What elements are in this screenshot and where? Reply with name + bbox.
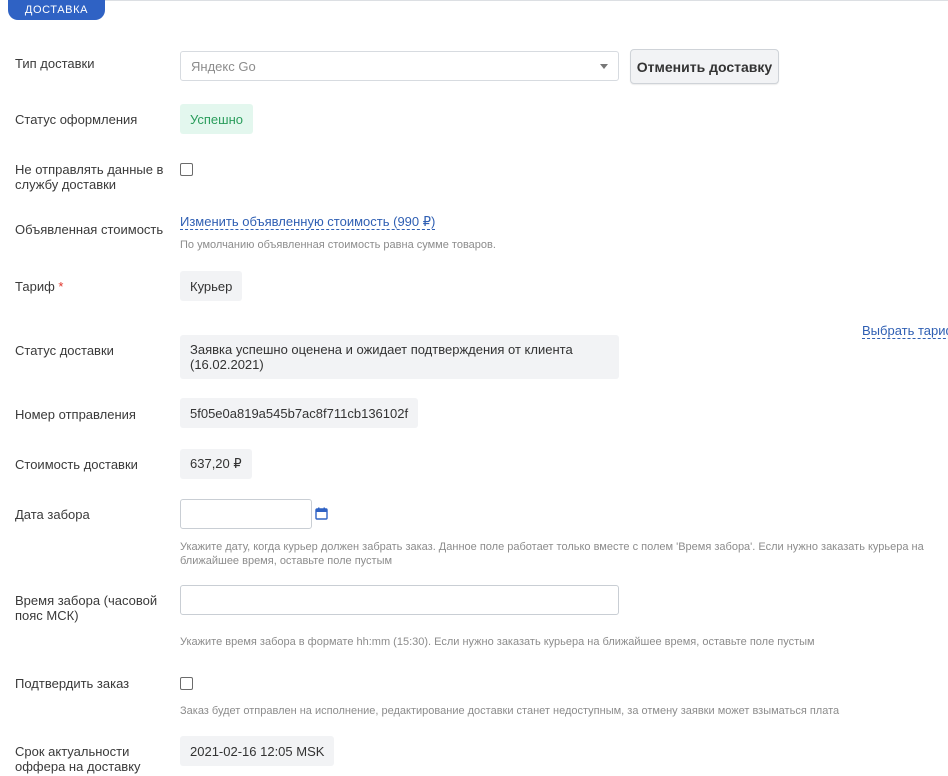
- delivery-type-select[interactable]: Яндекс Go: [180, 51, 619, 81]
- dont-send-label-line2: службу доставки: [15, 177, 117, 192]
- tariff-label-text: Тариф: [15, 279, 55, 294]
- offer-validity-value: 2021-02-16 12:05 MSK: [180, 736, 335, 766]
- pickup-date-hint-line2: ближайшее время, оставьте поле пустым: [180, 555, 393, 567]
- required-mark: *: [58, 279, 64, 294]
- offer-validity-label-line1: Срок актуальности: [15, 744, 130, 759]
- registration-status-badge: Успешно: [180, 104, 253, 134]
- pickup-time-label-line2: пояс МСК): [15, 608, 79, 623]
- section-divider: [8, 0, 948, 1]
- delivery-status-value: Заявка успешно оценена и ожидает подтвер…: [180, 335, 619, 379]
- pickup-date-label: Дата забора: [15, 507, 90, 522]
- delivery-cost-value: 637,20 ₽: [180, 449, 252, 479]
- delivery-type-label: Тип доставки: [15, 56, 95, 71]
- offer-validity-label: Срок актуальности оффера на доставку: [15, 744, 141, 774]
- delivery-status-line1: Заявка успешно оценена и ожидает подтвер…: [190, 342, 573, 357]
- pickup-date-hint: Укажите дату, когда курьер должен забрат…: [180, 540, 924, 568]
- confirm-order-label: Подтвердить заказ: [15, 676, 130, 691]
- delivery-status-label: Статус доставки: [15, 343, 114, 358]
- shipment-number-label: Номер отправления: [15, 407, 136, 422]
- pickup-date-hint-line1: Укажите дату, когда курьер должен забрат…: [180, 541, 924, 553]
- tariff-label: Тариф *: [15, 279, 63, 294]
- dont-send-label-line1: Не отправлять данные в: [15, 162, 164, 177]
- cancel-delivery-button[interactable]: Отменить доставку: [630, 49, 779, 84]
- confirm-order-hint: Заказ будет отправлен на исполнение, ред…: [180, 705, 840, 717]
- pickup-date-input[interactable]: [180, 499, 312, 529]
- offer-validity-label-line2: оффера на доставку: [15, 759, 141, 774]
- calendar-icon[interactable]: [315, 507, 328, 520]
- shipment-number-value: 5f05e0a819a545b7ac8f711cb136102f: [180, 398, 419, 428]
- delivery-type-value: Яндекс Go: [191, 58, 256, 74]
- change-declared-cost-link[interactable]: Изменить объявленную стоимость (990 ₽): [180, 215, 436, 230]
- dont-send-label: Не отправлять данные в службу доставки: [15, 162, 163, 192]
- declared-cost-hint: По умолчанию объявленная стоимость равна…: [180, 239, 496, 251]
- confirm-order-checkbox[interactable]: [180, 677, 193, 690]
- pickup-time-hint: Укажите время забора в формате hh:mm (15…: [180, 636, 815, 648]
- declared-cost-label: Объявленная стоимость: [15, 222, 164, 237]
- choose-tariff-link[interactable]: Выбрать тариф: [862, 324, 948, 339]
- delivery-cost-label: Стоимость доставки: [15, 457, 138, 472]
- pickup-time-input[interactable]: [180, 585, 619, 615]
- chevron-down-icon: [600, 64, 608, 69]
- dont-send-checkbox[interactable]: [180, 163, 193, 176]
- pickup-time-label-line1: Время забора (часовой: [15, 593, 158, 608]
- registration-status-label: Статус оформления: [15, 112, 138, 127]
- pickup-time-label: Время забора (часовой пояс МСК): [15, 593, 157, 623]
- tariff-value: Курьер: [180, 271, 243, 301]
- section-tab-delivery[interactable]: ДОСТАВКА: [8, 0, 105, 20]
- delivery-status-line2: (16.02.2021): [190, 357, 264, 372]
